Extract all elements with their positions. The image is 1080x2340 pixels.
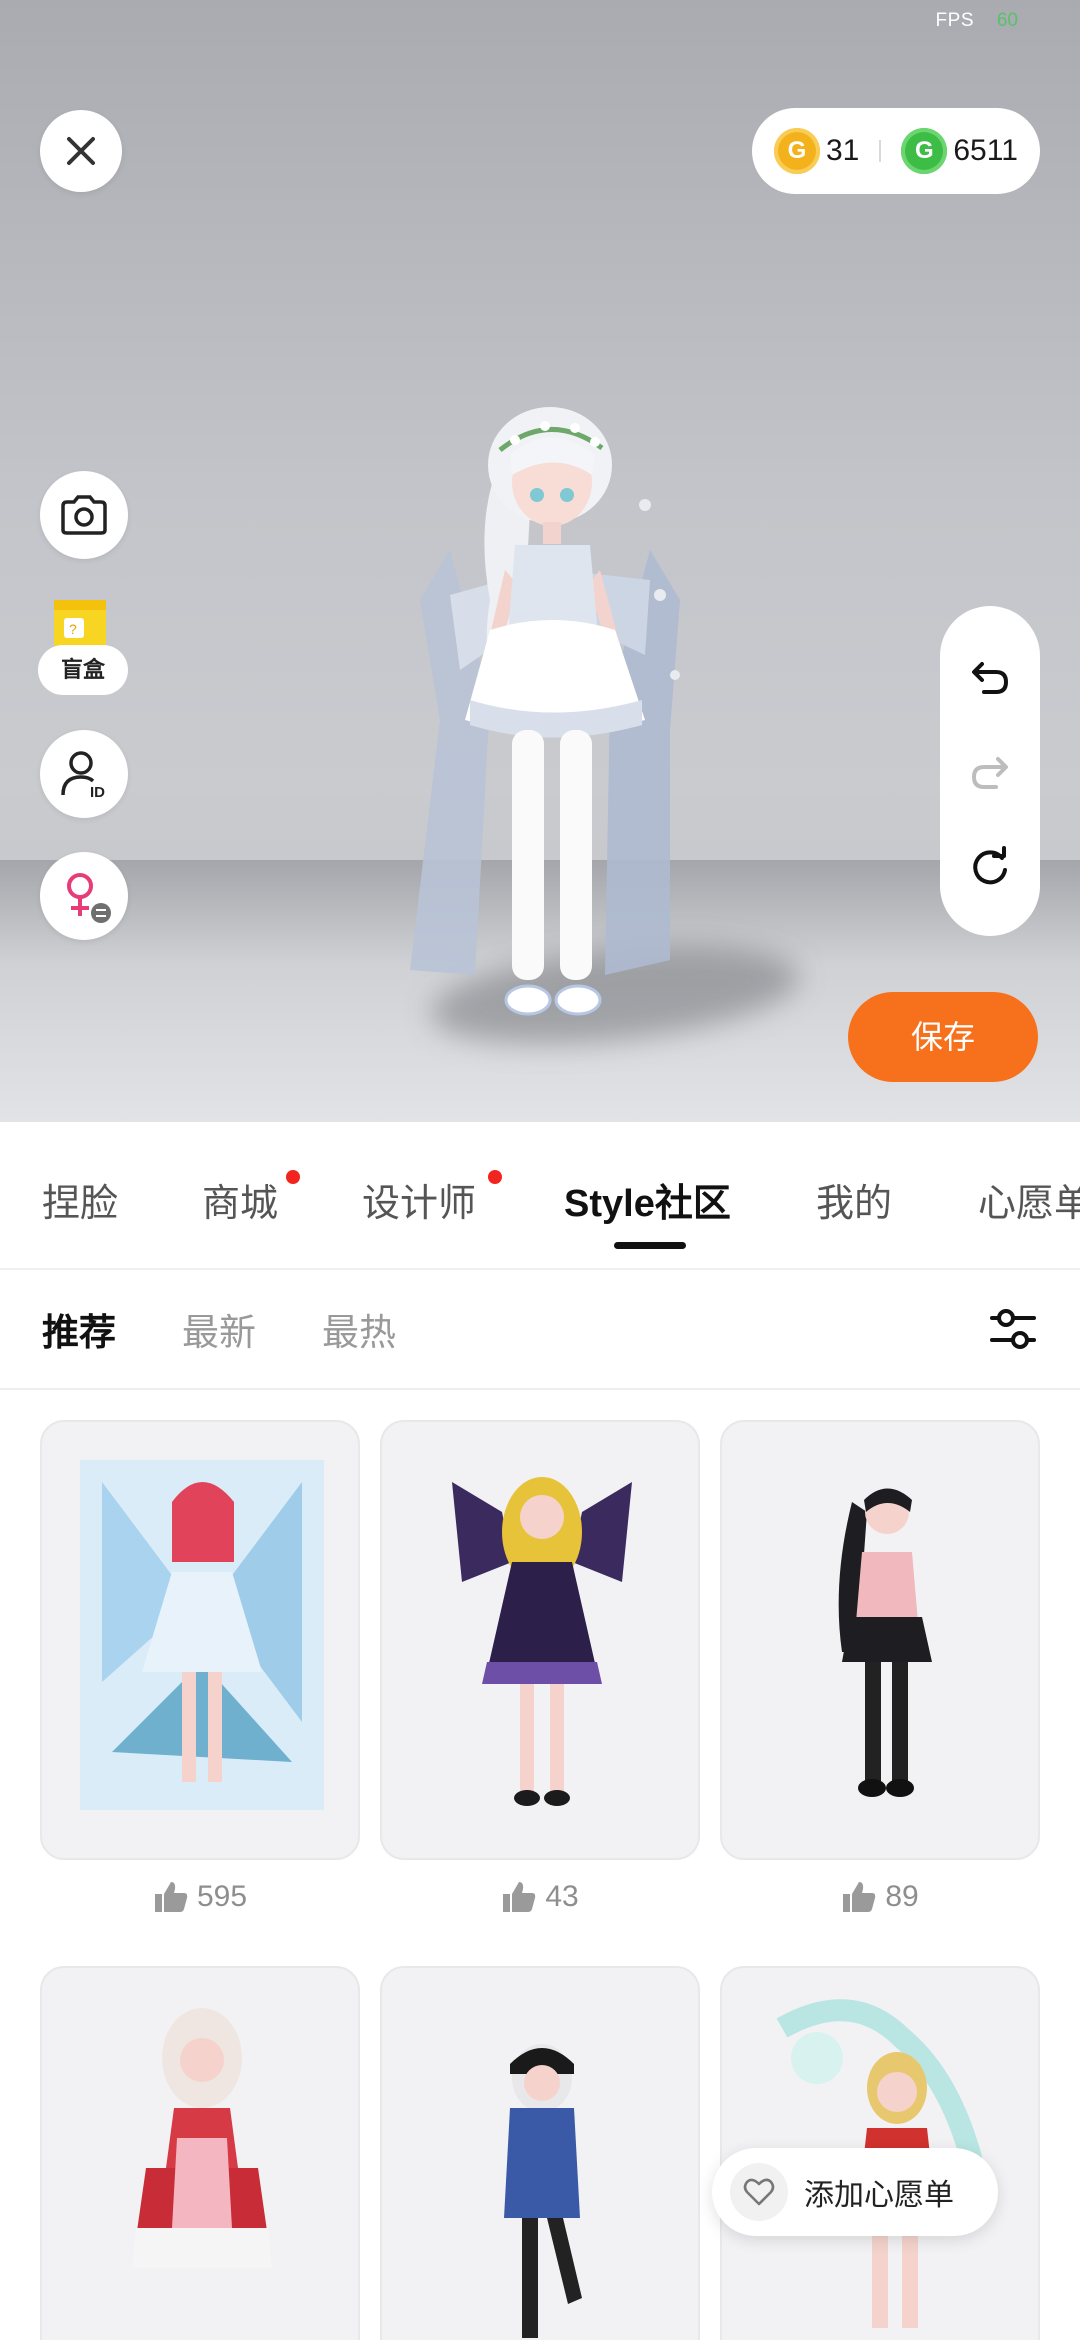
svg-text:ID: ID [90, 784, 105, 801]
like-count[interactable]: 89 [720, 1880, 1040, 1914]
fps-value: 60 [996, 10, 1018, 31]
outfit-thumbnail [132, 2008, 272, 2268]
subtab-hottest[interactable]: 最热 [322, 1302, 396, 1356]
outfit-card[interactable] [720, 1420, 1040, 1860]
add-to-wishlist-button[interactable]: 添加心愿单 [712, 2148, 998, 2236]
blind-box-label: 盲盒 [38, 645, 128, 695]
reset-icon[interactable] [968, 844, 1012, 888]
avatar-model[interactable] [380, 400, 720, 1060]
like-count[interactable]: 43 [380, 1880, 700, 1914]
currency-divider [879, 140, 882, 162]
fps-label: FPS [935, 10, 974, 31]
tab-wishlist[interactable]: 心愿单 [978, 1172, 1080, 1227]
outfit-card[interactable] [40, 1966, 360, 2340]
outfit-thumbnail [80, 1460, 324, 1810]
tab-face[interactable]: 捏脸 [42, 1172, 118, 1227]
thumbs-up-icon [154, 1882, 188, 1912]
gold-coin-icon: G [774, 128, 820, 174]
tab-designer[interactable]: 设计师 [362, 1172, 476, 1227]
currency-balance[interactable]: G 31 G 6511 [752, 108, 1040, 194]
outfit-thumbnail [452, 1477, 632, 1806]
green-gem-value: 6511 [953, 134, 1018, 167]
shop-notification-dot [286, 1170, 300, 1184]
camera-icon [61, 495, 107, 535]
subtab-recommended[interactable]: 推荐 [42, 1302, 116, 1356]
main-tabs: 捏脸 商城 设计师 Style社区 我的 心愿单 [0, 1122, 1080, 1270]
outfit-thumbnail [504, 2044, 582, 2338]
history-controls [940, 606, 1040, 936]
avatar-stage[interactable]: FPS 60 G 31 G 6511 ? 盲盒 ID 保存 [0, 0, 1080, 1122]
tab-shop[interactable]: 商城 [202, 1172, 278, 1227]
save-button[interactable]: 保存 [848, 992, 1038, 1082]
outfit-card[interactable] [380, 1420, 700, 1860]
heart-icon [730, 2163, 788, 2221]
close-icon [67, 137, 95, 165]
blind-box-button[interactable]: ? 盲盒 [38, 590, 130, 695]
outfit-card[interactable] [40, 1420, 360, 1860]
sub-tabs: 推荐 最新 最热 [0, 1270, 1080, 1390]
close-button[interactable] [40, 110, 122, 192]
green-gem-icon: G [901, 128, 948, 174]
gold-coin-value: 31 [826, 134, 860, 167]
tab-mine[interactable]: 我的 [816, 1172, 892, 1227]
redo-icon[interactable] [968, 749, 1012, 793]
filter-sliders-icon[interactable] [986, 1302, 1040, 1356]
avatar-id-icon: ID [61, 751, 105, 801]
tab-style-community[interactable]: Style社区 [564, 1172, 731, 1227]
outfit-card[interactable] [380, 1966, 700, 2340]
gender-swap-button[interactable] [40, 852, 128, 940]
like-count[interactable]: 595 [40, 1880, 360, 1914]
svg-text:?: ? [69, 621, 77, 637]
camera-button[interactable] [40, 471, 128, 559]
gender-swap-icon [67, 873, 111, 923]
active-tab-indicator [614, 1242, 686, 1249]
thumbs-up-icon [503, 1882, 536, 1912]
avatar-id-button[interactable]: ID [40, 730, 128, 818]
outfit-thumbnail [838, 1488, 932, 1797]
thumbs-up-icon [843, 1882, 876, 1912]
subtab-latest[interactable]: 最新 [182, 1302, 256, 1356]
designer-notification-dot [488, 1170, 502, 1184]
wishlist-label: 添加心愿单 [804, 2179, 954, 2212]
undo-icon[interactable] [968, 654, 1012, 698]
